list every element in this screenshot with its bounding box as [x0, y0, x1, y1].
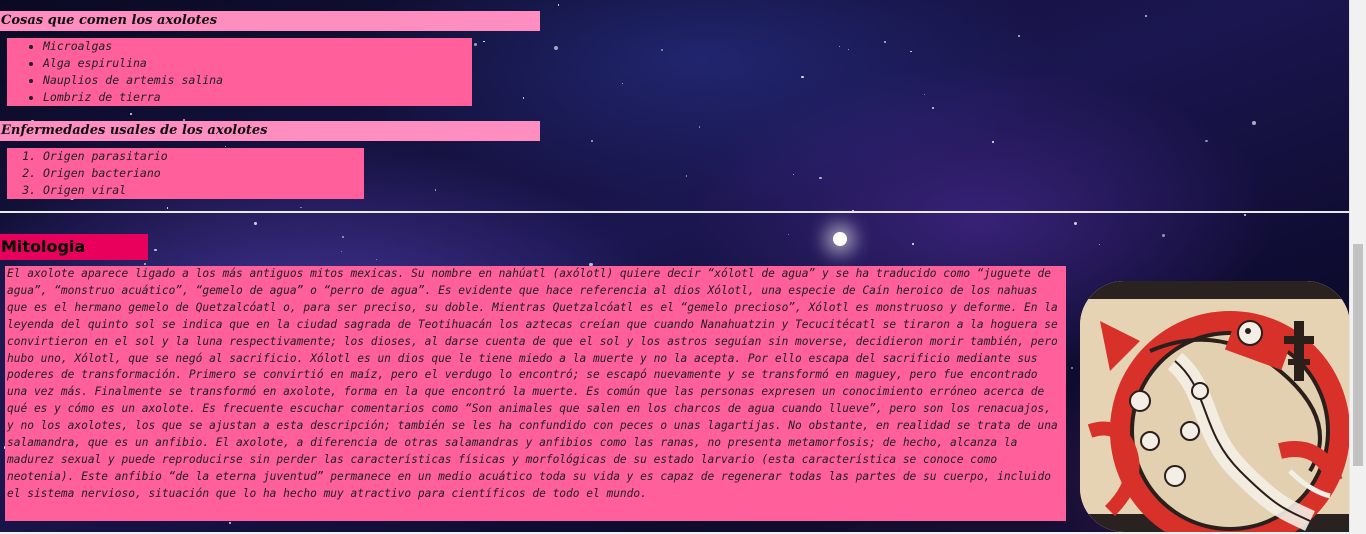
star-decoration: [819, 176, 822, 180]
disease-section-title: Enfermedades usales de los axolotes: [0, 121, 540, 141]
star-decoration: [660, 49, 663, 52]
star-decoration: [554, 45, 559, 50]
scrollbar-thumb[interactable]: [1353, 244, 1363, 466]
star-decoration: [1070, 367, 1073, 370]
star-decoration: [376, 258, 378, 260]
star-decoration: [1243, 213, 1246, 217]
star-decoration: [787, 233, 790, 236]
mythology-title: Mitologia: [0, 234, 148, 260]
star-decoration: [590, 139, 593, 142]
star-decoration: [435, 189, 437, 191]
star-decoration: [166, 206, 169, 209]
list-item: Microalgas: [43, 38, 472, 55]
star-decoration: [1073, 221, 1078, 226]
star-decoration: [792, 173, 795, 175]
list-item: Origen bacteriano: [43, 165, 364, 182]
star-decoration: [483, 40, 485, 43]
star-decoration: [1144, 15, 1147, 18]
star-decoration: [229, 522, 231, 524]
star-decoration: [254, 222, 257, 225]
star-decoration: [698, 126, 701, 128]
star-decoration: [839, 45, 841, 47]
star-decoration: [474, 43, 477, 46]
list-item: Nauplios de artemis salina: [43, 72, 472, 89]
star-decoration: [685, 175, 688, 177]
star-decoration: [557, 4, 560, 7]
food-list: Microalgas Alga espirulina Nauplios de a…: [7, 38, 472, 106]
star-decoration: [1161, 233, 1166, 238]
list-item: Origen viral: [43, 182, 364, 199]
star-decoration: [924, 93, 926, 95]
list-item: Alga espirulina: [43, 55, 472, 72]
star-decoration: [884, 40, 887, 43]
list-item: Origen parasitario: [43, 148, 364, 165]
list-item: Lombriz de tierra: [43, 89, 472, 106]
star-decoration: [523, 97, 525, 99]
section-divider: [0, 211, 1350, 213]
disease-list: Origen parasitario Origen bacteriano Ori…: [7, 148, 364, 199]
star-decoration: [910, 50, 912, 53]
mythology-paragraph: El axolote aparece ligado a los más anti…: [5, 266, 1066, 521]
star-decoration: [911, 242, 915, 246]
star-decoration: [622, 82, 624, 85]
star-decoration: [1018, 35, 1020, 37]
bright-star-decoration: [833, 232, 847, 246]
star-decoration: [932, 106, 935, 109]
star-decoration: [1098, 243, 1101, 246]
star-decoration: [801, 75, 804, 79]
star-decoration: [1251, 121, 1256, 126]
star-decoration: [300, 206, 302, 209]
star-decoration: [341, 251, 343, 253]
star-decoration: [130, 112, 133, 115]
xolotl-codex-image: [1080, 281, 1350, 532]
star-decoration: [342, 235, 345, 238]
star-decoration: [847, 48, 850, 51]
xolotl-codex-illustration-icon: [1080, 281, 1350, 532]
star-decoration: [1205, 140, 1208, 143]
vertical-scrollbar[interactable]: [1349, 0, 1366, 534]
food-section-title: Cosas que comen los axolotes: [0, 11, 540, 31]
star-decoration: [154, 248, 157, 252]
star-decoration: [991, 141, 994, 144]
